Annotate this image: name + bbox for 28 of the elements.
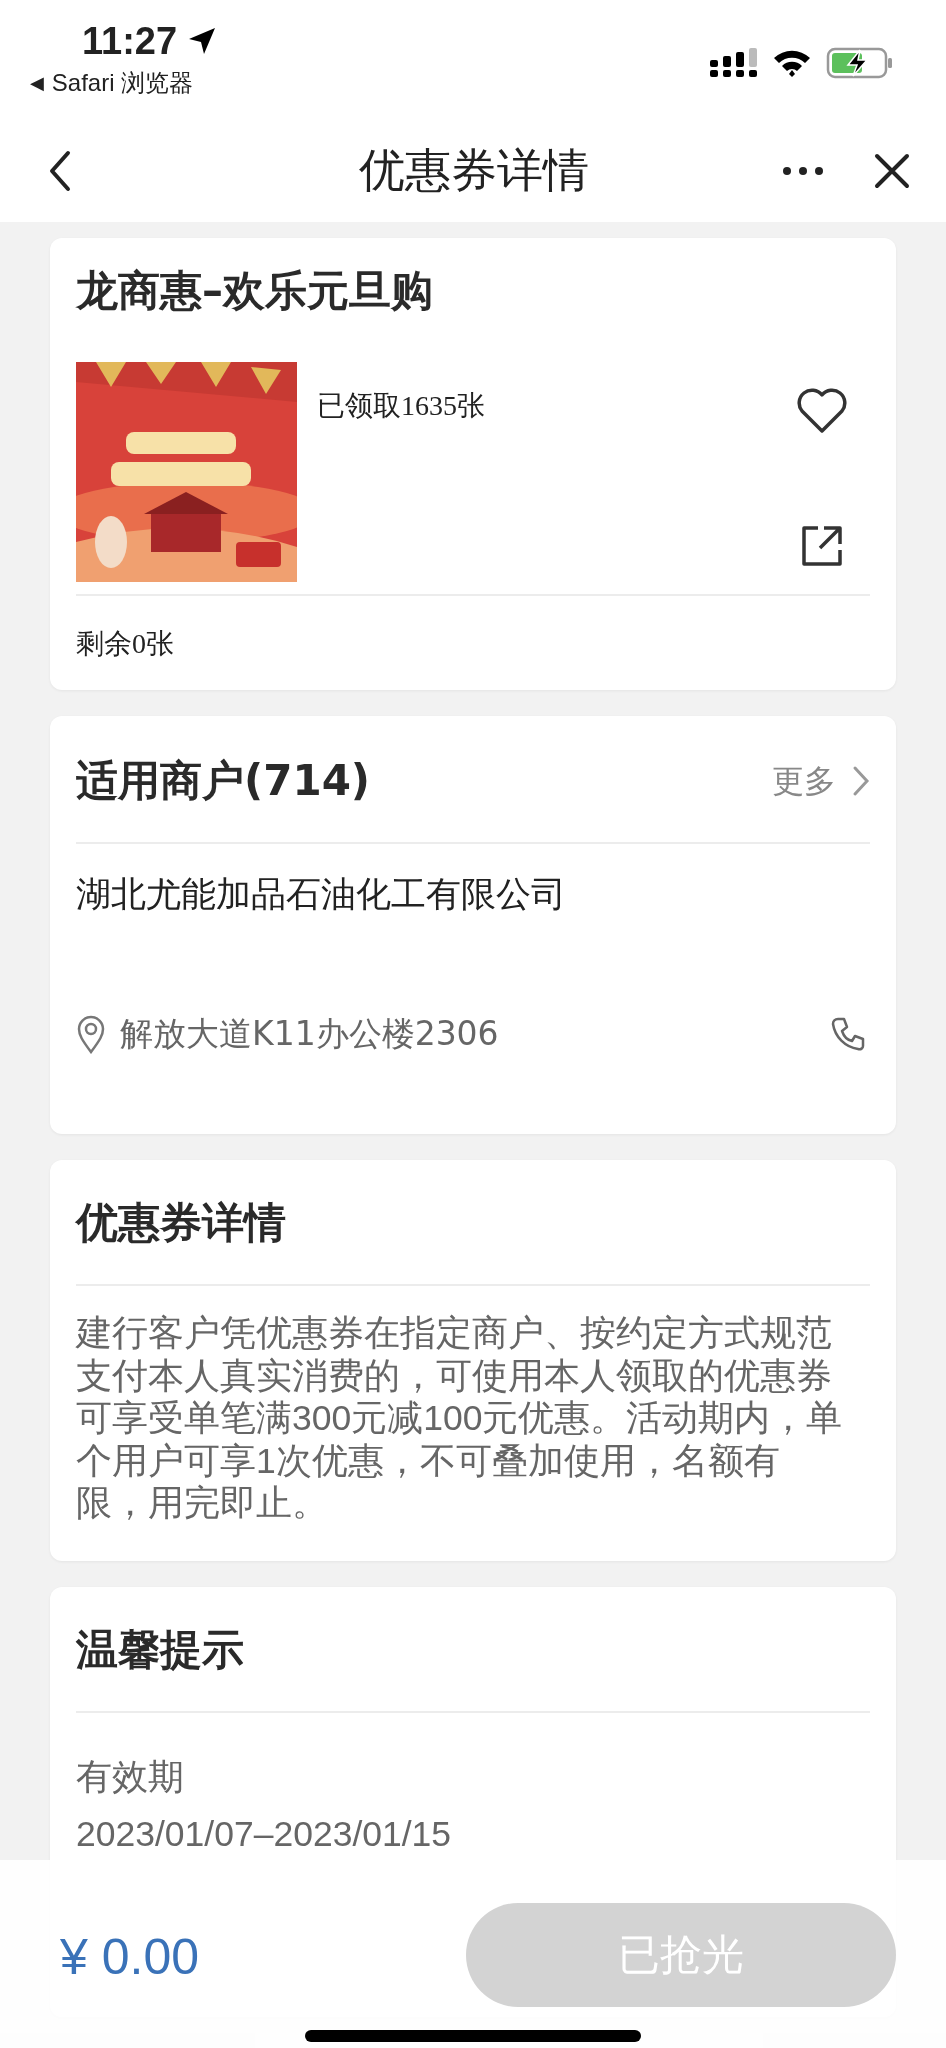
wifi-icon [772, 48, 812, 78]
coupon-title: 龙商惠–欢乐元旦购 [76, 266, 434, 316]
phone-icon[interactable] [830, 1016, 866, 1052]
heart-icon[interactable] [796, 388, 848, 434]
signal-icon [710, 48, 758, 78]
details-text: 建行客户凭优惠券在指定商户、按约定方式规范支付本人真实消费的，可使用本人领取的优惠券可享受单笔满300元减100元优惠。活动期内，单个用户可享1次优惠，不可叠加使用，名额有限，用完即止。 [76, 1312, 844, 1525]
chevron-right-icon [852, 765, 870, 797]
remaining-count: 剩余0张 [76, 627, 175, 661]
price-total: ¥ 0.00 [60, 1928, 199, 1987]
more-icon[interactable] [782, 165, 824, 177]
section-title: 优惠券详情 [76, 1198, 287, 1249]
tip-heading: 有效期 [76, 1754, 184, 1799]
back-arrow-icon[interactable]: ◀ [30, 69, 44, 97]
more-link[interactable]: 更多 [772, 761, 870, 801]
location-pin-icon [76, 1014, 106, 1054]
merchant-name[interactable]: 湖北尤能加品石油化工有限公司 [76, 872, 566, 916]
location-arrow-icon [187, 26, 218, 56]
section-title: 温馨提示 [76, 1624, 245, 1676]
clock-time: 11:27 [82, 19, 178, 64]
merchant-address: 解放大道K11办公楼2306 [120, 1014, 500, 1054]
tip-text: 2023/01/07–2023/01/15 [76, 1812, 453, 1855]
page-title: 优惠券详情 [358, 142, 590, 199]
back-to-app-link[interactable]: Safari 浏览器 [51, 68, 194, 98]
battery-charging-icon [826, 46, 894, 80]
share-icon[interactable] [800, 524, 844, 568]
claimed-count: 已领取1635张 [317, 389, 486, 423]
section-title: 适用商户(714) [76, 756, 371, 806]
close-icon[interactable] [874, 153, 910, 189]
